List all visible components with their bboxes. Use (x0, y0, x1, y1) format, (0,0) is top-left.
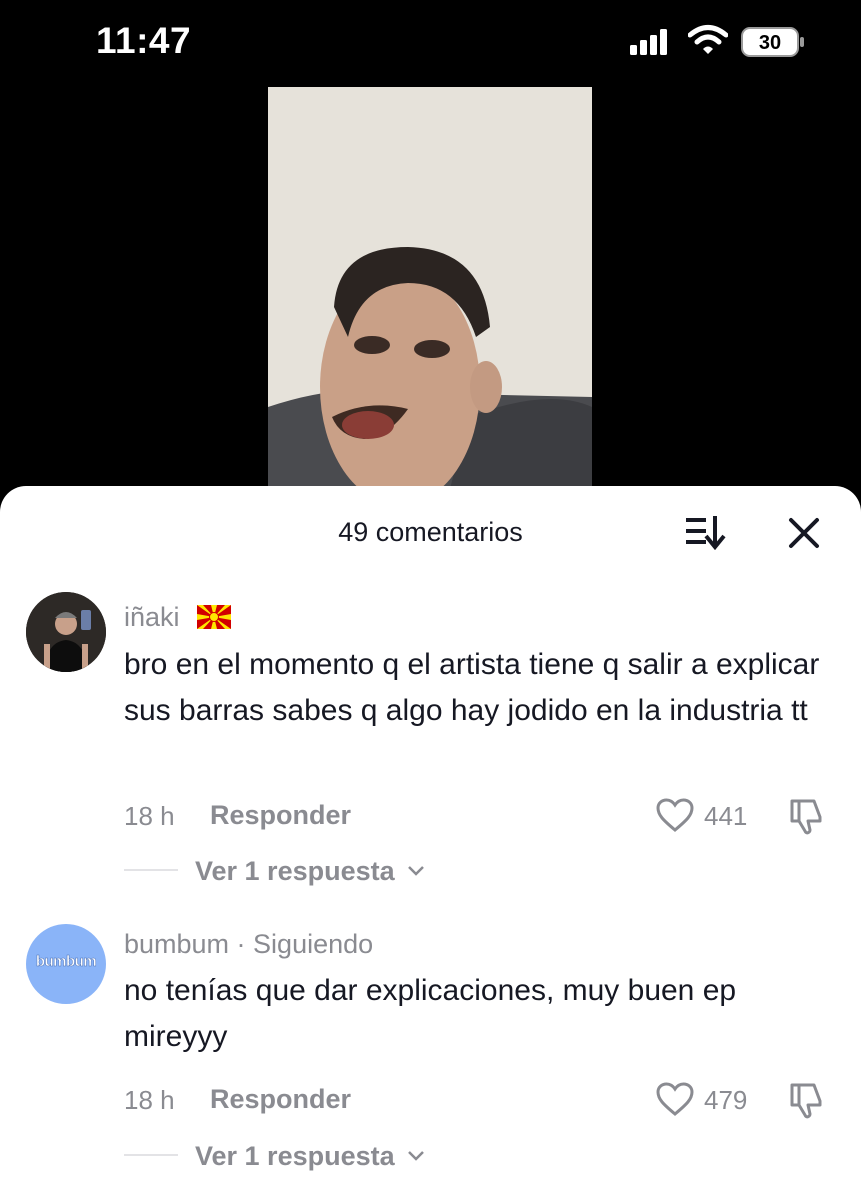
chevron-down-icon (408, 1151, 425, 1161)
cellular-signal-icon (630, 29, 667, 55)
dislike-icon[interactable] (786, 1081, 826, 1119)
like-count: 441 (704, 801, 748, 831)
sort-icon[interactable] (684, 514, 730, 550)
status-time: 11:47 (96, 20, 192, 61)
heart-icon[interactable] (655, 797, 695, 833)
divider (124, 1154, 178, 1156)
view-replies-label: Ver 1 respuesta (195, 856, 395, 886)
avatar[interactable] (26, 592, 106, 672)
video-frame-image (268, 87, 592, 497)
comment-username[interactable]: iñaki (124, 602, 232, 633)
comment-time: 18 h (124, 801, 175, 831)
battery-icon: 30 (741, 27, 804, 57)
comments-sheet: 49 comentarios iñaki bro en el momento q… (0, 486, 861, 1200)
avatar-logo-text: bumbum (35, 953, 97, 971)
reply-button[interactable]: Responder (210, 800, 351, 831)
dislike-icon[interactable] (786, 797, 826, 835)
view-replies-button[interactable]: Ver 1 respuesta (195, 856, 426, 887)
battery-level: 30 (759, 32, 781, 54)
divider (124, 869, 178, 871)
comment-text: bro en el momento q el artista tiene q s… (124, 648, 820, 727)
username-text: iñaki (124, 602, 180, 632)
like-count: 479 (704, 1085, 748, 1115)
reply-button[interactable]: Responder (210, 1084, 351, 1115)
comments-count-title: 49 comentarios (338, 517, 523, 547)
status-bar: 11:47 30 (0, 0, 861, 88)
avatar-image (26, 592, 106, 672)
comment-text: no tenías que dar explicaciones, muy bue… (124, 974, 737, 1053)
view-replies-label: Ver 1 respuesta (195, 1141, 395, 1171)
comment-time: 18 h (124, 1085, 175, 1115)
video-player[interactable] (268, 87, 592, 497)
wifi-icon (688, 25, 728, 54)
view-replies-button[interactable]: Ver 1 respuesta (195, 1141, 426, 1172)
avatar[interactable]: bumbum (26, 924, 106, 1004)
chevron-down-icon (408, 866, 425, 876)
north-macedonia-flag-icon (197, 605, 232, 629)
comment-username[interactable]: bumbum · Siguiendo (124, 929, 373, 960)
close-icon[interactable] (785, 514, 823, 552)
heart-icon[interactable] (655, 1081, 695, 1117)
